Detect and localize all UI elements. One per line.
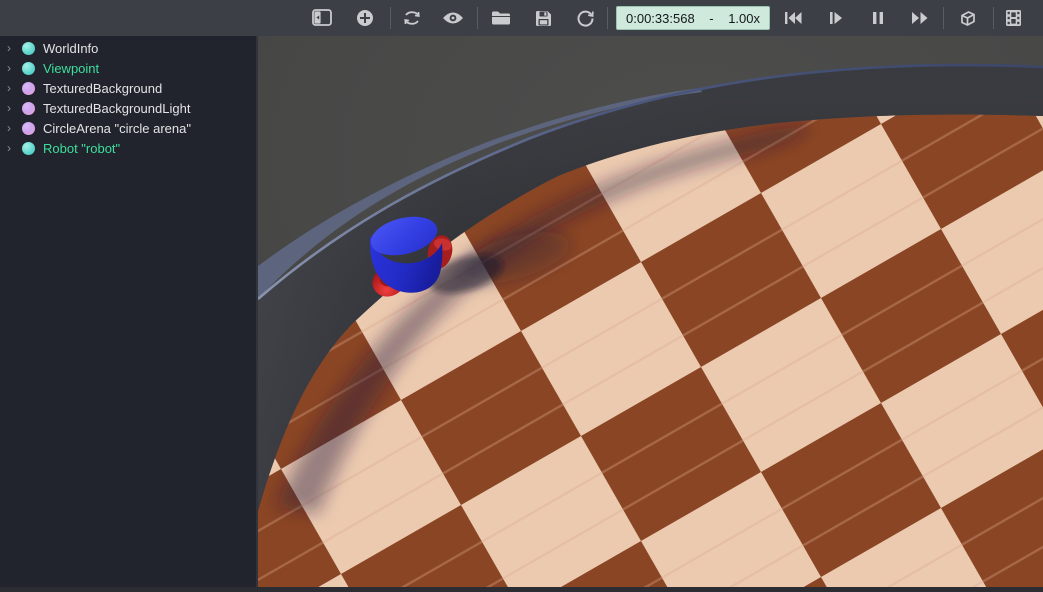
simulation-speed: 1.00x bbox=[728, 11, 760, 26]
expand-chevron-icon[interactable]: › bbox=[7, 58, 22, 78]
expand-chevron-icon[interactable]: › bbox=[7, 138, 22, 158]
node-icon bbox=[22, 42, 35, 55]
node-icon bbox=[22, 62, 35, 75]
tree-row-texturedbackground[interactable]: › TexturedBackground bbox=[0, 78, 256, 98]
open-world-button[interactable] bbox=[487, 4, 515, 32]
tree-row-circlearena[interactable]: › CircleArena "circle arena" bbox=[0, 118, 256, 138]
reload-world-button[interactable] bbox=[571, 4, 599, 32]
save-world-button[interactable] bbox=[529, 4, 557, 32]
tree-row-viewpoint[interactable]: › Viewpoint bbox=[0, 58, 256, 78]
simulation-time-display: 0:00:33:568 - 1.00x bbox=[616, 6, 770, 30]
tree-row-worldinfo[interactable]: › WorldInfo bbox=[0, 38, 256, 58]
node-icon bbox=[22, 122, 35, 135]
film-icon bbox=[1005, 9, 1022, 27]
tree-node-label: WorldInfo bbox=[43, 41, 98, 56]
floppy-icon bbox=[535, 10, 552, 27]
node-icon bbox=[22, 82, 35, 95]
tree-node-label: Robot "robot" bbox=[43, 141, 120, 156]
3d-scene bbox=[258, 36, 1043, 587]
pause-icon bbox=[871, 10, 885, 26]
toolbar-separator bbox=[607, 7, 608, 29]
toolbar-separator bbox=[477, 7, 478, 29]
simulation-time: 0:00:33:568 bbox=[626, 11, 695, 26]
scene-tree-panel: › WorldInfo › Viewpoint › TexturedBackgr… bbox=[0, 36, 258, 587]
step-icon bbox=[828, 10, 844, 26]
toggle-scene-tree-button[interactable] bbox=[308, 4, 336, 32]
folder-icon bbox=[491, 10, 511, 26]
toolbar-separator bbox=[993, 7, 994, 29]
node-icon bbox=[22, 102, 35, 115]
pause-button[interactable] bbox=[864, 4, 892, 32]
expand-chevron-icon[interactable]: › bbox=[7, 118, 22, 138]
tree-row-texturedbackgroundlight[interactable]: › TexturedBackgroundLight bbox=[0, 98, 256, 118]
3d-viewport[interactable] bbox=[258, 36, 1043, 587]
webots-window: { "toolbar": { "buttons": [ {"id":"toggl… bbox=[0, 0, 1043, 587]
time-speed-separator: - bbox=[709, 11, 713, 26]
add-node-button[interactable] bbox=[351, 4, 379, 32]
sidebar-toggle-icon bbox=[312, 9, 332, 27]
eye-icon bbox=[442, 10, 464, 26]
tree-node-label: TexturedBackground bbox=[43, 81, 162, 96]
tree-node-label: Viewpoint bbox=[43, 61, 99, 76]
rendering-toggle-button[interactable] bbox=[953, 4, 981, 32]
step-button[interactable] bbox=[822, 4, 850, 32]
tree-node-label: CircleArena "circle arena" bbox=[43, 121, 191, 136]
show-hide-button[interactable] bbox=[439, 4, 467, 32]
fast-forward-button[interactable] bbox=[906, 4, 934, 32]
expand-chevron-icon[interactable]: › bbox=[7, 98, 22, 118]
main-toolbar: 0:00:33:568 - 1.00x bbox=[0, 0, 1043, 37]
fast-forward-icon bbox=[911, 10, 929, 26]
toolbar-separator bbox=[390, 7, 391, 29]
reset-simulation-button[interactable] bbox=[779, 4, 807, 32]
expand-chevron-icon[interactable]: › bbox=[7, 38, 22, 58]
movie-record-button[interactable] bbox=[999, 4, 1027, 32]
node-icon bbox=[22, 142, 35, 155]
toolbar-separator bbox=[943, 7, 944, 29]
plus-circle-icon bbox=[356, 9, 374, 27]
tree-node-label: TexturedBackgroundLight bbox=[43, 101, 190, 116]
tree-row-robot[interactable]: › Robot "robot" bbox=[0, 138, 256, 158]
cube-icon bbox=[958, 9, 977, 28]
viewpoint-reset-icon bbox=[402, 8, 422, 28]
expand-chevron-icon[interactable]: › bbox=[7, 78, 22, 98]
skip-to-start-icon bbox=[784, 10, 802, 26]
restore-viewpoint-button[interactable] bbox=[398, 4, 426, 32]
reload-icon bbox=[576, 9, 595, 28]
